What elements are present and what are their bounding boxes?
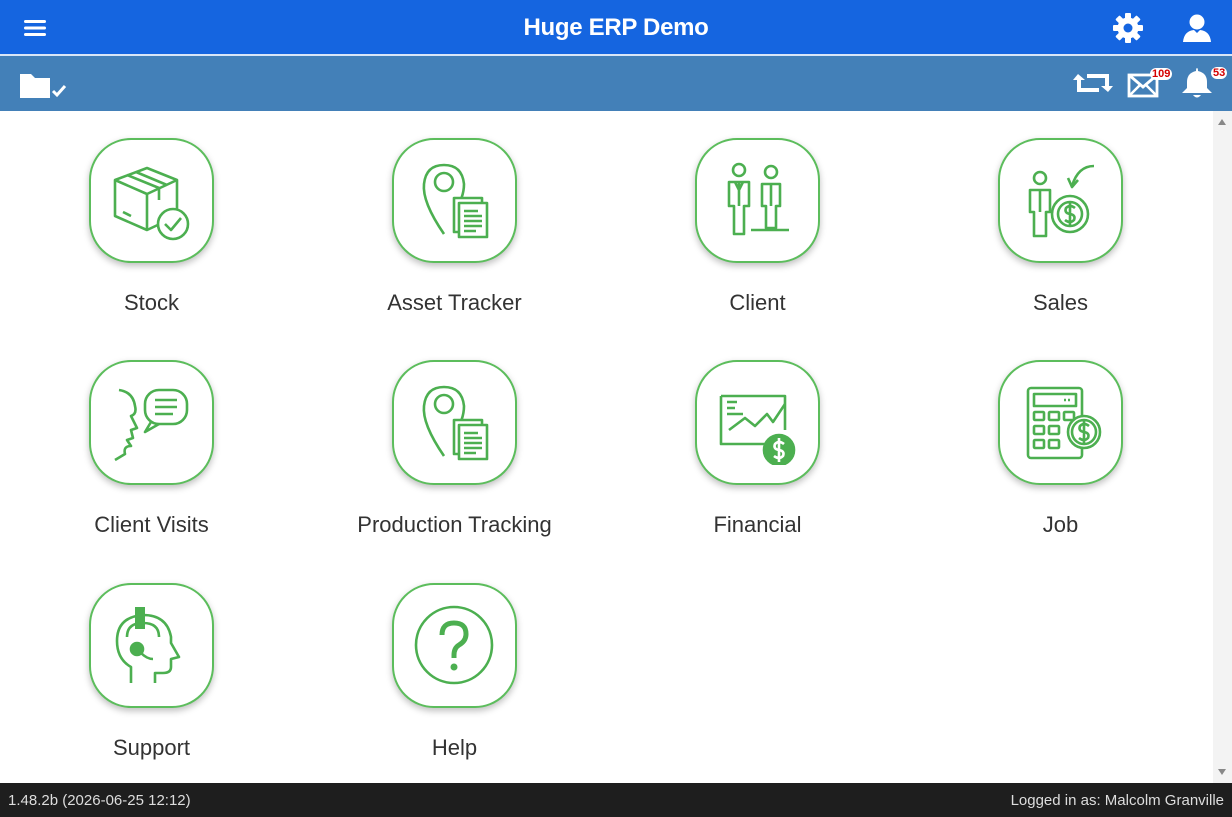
notification-count-badge: 53: [1211, 67, 1228, 79]
scroll-down-arrow-icon[interactable]: [1218, 769, 1226, 775]
tile-label: Asset Tracker: [387, 290, 522, 315]
tile-label: Sales: [1032, 290, 1089, 315]
chart-dollar-icon: [695, 360, 820, 485]
question-icon: [392, 583, 517, 708]
people-icon: [695, 138, 820, 263]
tile-label: Stock: [123, 290, 180, 315]
location-document-icon: [392, 138, 517, 263]
scrollbar[interactable]: [1213, 111, 1232, 783]
module-grid: Stock Asset Tracker Client Sales Client …: [0, 111, 1213, 783]
tile-label: Client Visits: [94, 512, 209, 537]
logged-in-user: Logged in as: Malcolm Granville: [1010, 792, 1224, 809]
folder-check-icon[interactable]: [18, 71, 70, 101]
mail-icon[interactable]: 109: [1127, 68, 1173, 100]
tile-label: Help: [431, 735, 478, 760]
tile-label: Financial: [713, 512, 802, 537]
mail-count-badge: 109: [1150, 68, 1173, 80]
bell-icon[interactable]: 53: [1181, 66, 1228, 100]
user-icon[interactable]: [1181, 12, 1213, 44]
version-text: 1.48.2b (2026-06-25 12:12): [8, 792, 191, 809]
sync-icon[interactable]: [1073, 68, 1113, 98]
calculator-dollar-icon: [998, 360, 1123, 485]
gear-icon[interactable]: [1112, 12, 1144, 44]
person-dollar-icon: [998, 138, 1123, 263]
toolbar: 109 53: [0, 56, 1232, 111]
status-bar: 1.48.2b (2026-06-25 12:12) Logged in as:…: [0, 783, 1232, 817]
location-document-icon: [392, 360, 517, 485]
app-title: Huge ERP Demo: [523, 14, 709, 41]
scroll-up-arrow-icon[interactable]: [1218, 119, 1226, 125]
tile-label: Client: [729, 290, 786, 315]
box-check-icon: [89, 138, 214, 263]
top-bar: Huge ERP Demo: [0, 0, 1232, 56]
tile-label: Support: [112, 735, 191, 760]
tile-label: Job: [1042, 512, 1079, 537]
face-speech-icon: [89, 360, 214, 485]
headset-head-icon: [89, 583, 214, 708]
tile-label: Production Tracking: [357, 512, 552, 537]
